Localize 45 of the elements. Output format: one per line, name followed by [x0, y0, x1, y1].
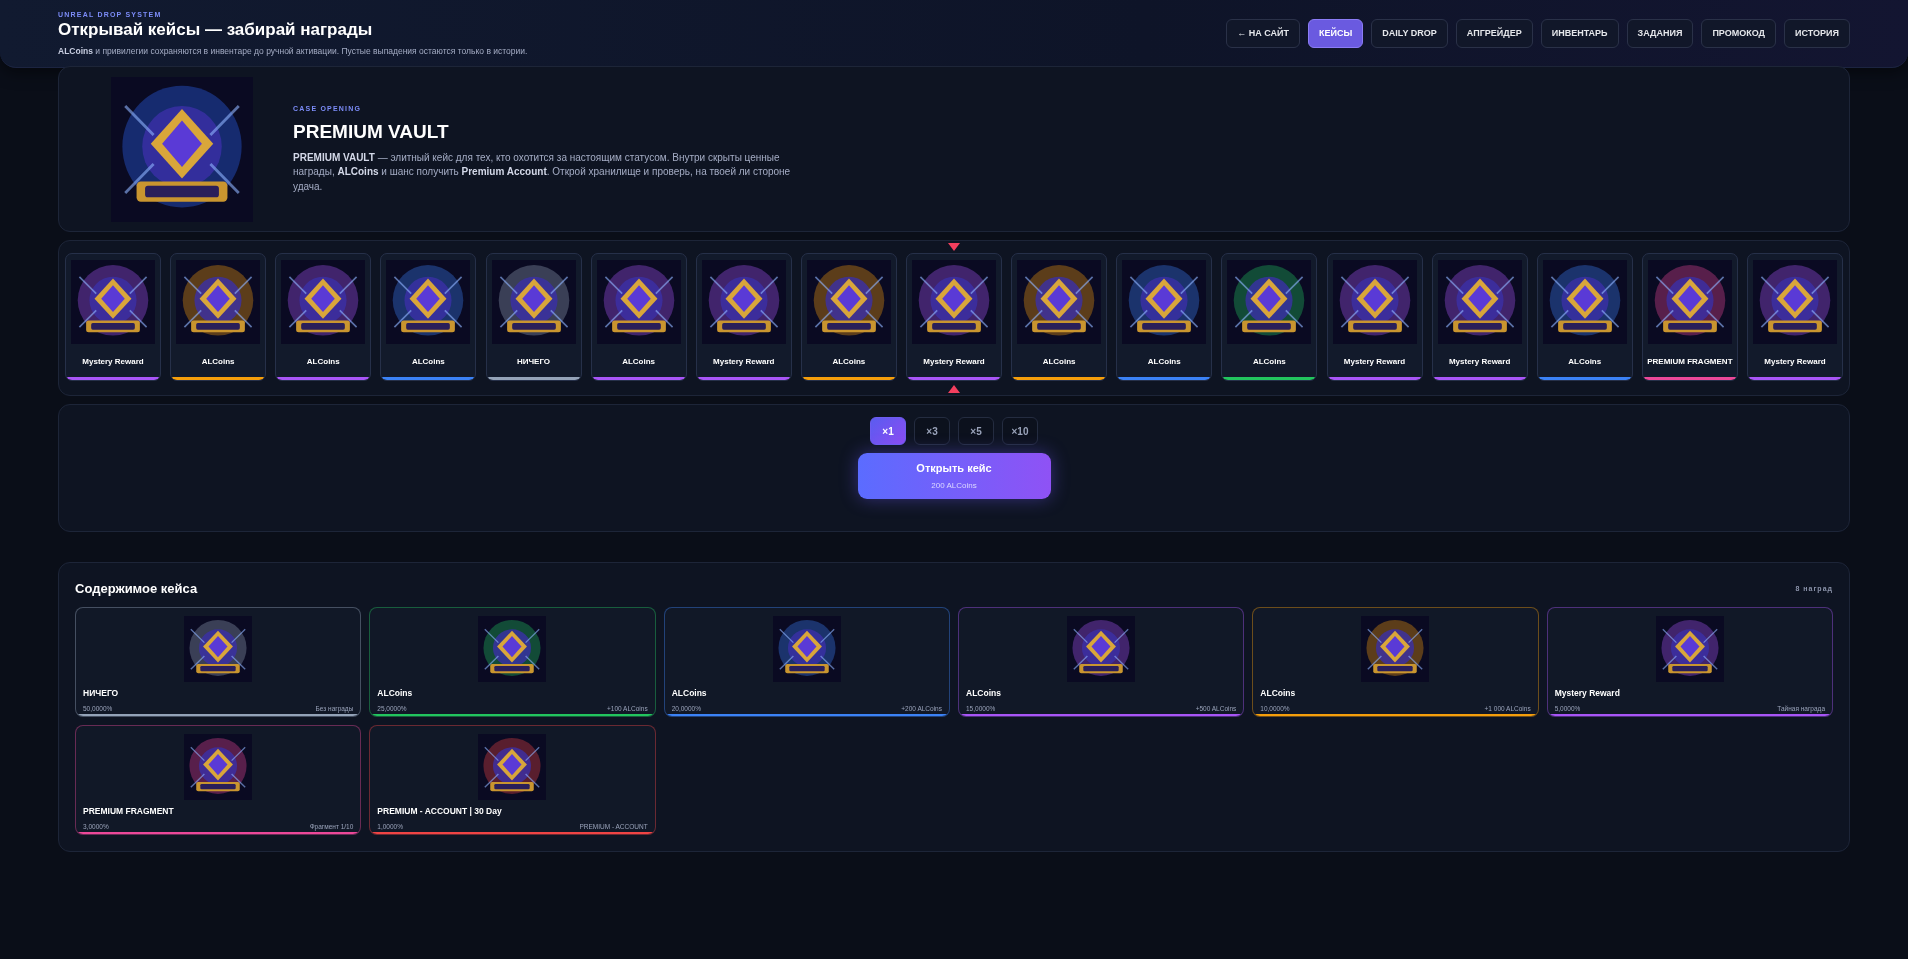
reward-name: Mystery Reward — [923, 356, 985, 368]
reward-name: ALCoins — [1147, 356, 1181, 368]
reward-name: ALCoins — [670, 687, 708, 700]
reward-name: ALCoins — [411, 356, 445, 368]
pointer-icon — [948, 385, 960, 393]
reward-name: Mystery Reward — [1553, 687, 1621, 700]
multiplier-button[interactable]: ×3 — [914, 417, 950, 445]
reward-name: Mystery Reward — [1343, 356, 1406, 368]
reward-name: Mystery Reward — [1764, 356, 1826, 368]
reward-name: НИЧЕГО — [82, 687, 120, 700]
reward-name: Mystery Reward — [1448, 356, 1511, 368]
nav-button[interactable]: КЕЙСЫ — [1308, 19, 1364, 48]
nav-button[interactable]: ИНВЕНТАРЬ — [1540, 19, 1619, 48]
pointer-icon — [948, 243, 960, 251]
nav-button[interactable]: ПРОМОКОД — [1701, 19, 1777, 48]
multiplier-button[interactable]: ×1 — [870, 417, 906, 445]
nav-button[interactable]: АПГРЕЙДЕР — [1455, 19, 1533, 48]
reward-name: Mystery Reward — [82, 356, 144, 368]
reward-name: PREMIUM FRAGMENT — [1647, 356, 1733, 368]
case-title: PREMIUM VAULT — [293, 120, 450, 145]
section-title: Содержимое кейса — [75, 580, 198, 598]
nav-button[interactable]: DAILY DROP — [1371, 19, 1448, 48]
reward-name: ALCoins — [1252, 356, 1286, 368]
page-subtitle: ALCoins и привилегии сохраняются в инвентаре до ручной активации. Пустые выпадения остаются только в истории. — [58, 44, 528, 58]
reward-name: ALCoins — [832, 356, 866, 368]
multiplier-button[interactable]: ×5 — [958, 417, 994, 445]
reward-name: ALCoins — [1568, 356, 1602, 368]
reward-name: ALCoins — [376, 687, 414, 700]
reward-name: ALCoins — [1042, 356, 1076, 368]
reward-name: ALCoins — [201, 356, 235, 368]
reward-name: НИЧЕГО — [516, 356, 551, 368]
reward-name: PREMIUM - ACCOUNT | 30 Day — [376, 805, 503, 818]
multiplier-button[interactable]: ×10 — [1002, 417, 1038, 445]
reward-name: ALCoins — [1259, 687, 1297, 700]
reward-name: ALCoins — [306, 356, 340, 368]
nav-button[interactable]: ← НА САЙТ — [1226, 19, 1301, 48]
reward-name: ALCoins — [965, 687, 1002, 700]
reward-name: Mystery Reward — [713, 356, 775, 368]
nav-button[interactable]: ЗАДАНИЯ — [1626, 19, 1694, 48]
reward-name: PREMIUM FRAGMENT — [82, 805, 175, 818]
page-title: Открывай кейсы — забирай награды — [58, 20, 374, 41]
reward-name: ALCoins — [622, 356, 656, 368]
nav-button[interactable]: ИСТОРИЯ — [1784, 19, 1850, 48]
open-case-button[interactable]: Открыть кейс 200 ALCoins — [857, 453, 1051, 499]
case-description: PREMIUM VAULT — элитный кейс для тех, кто охотится за настоящим статусом. Внутри скрыты ценные награды, ALCoins и шанс получить Premium Account. Открой хранилище и проверь, на твоей ли стороне удача. — [293, 150, 792, 194]
